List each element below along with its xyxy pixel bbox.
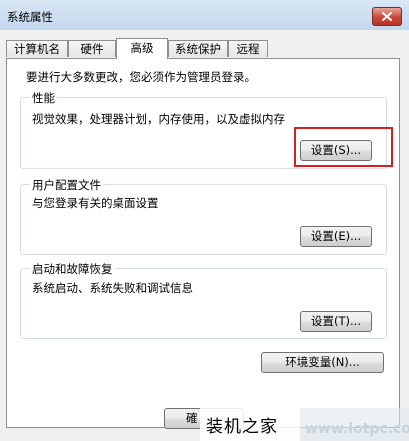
performance-description: 视觉效果，处理器计划，内存使用，以及虚拟内存 — [32, 112, 285, 126]
user-profiles-description: 与您登录有关的桌面设置 — [32, 196, 159, 210]
user-profiles-settings-button[interactable]: 设置(E)... — [300, 226, 372, 247]
tab-hardware[interactable]: 硬件 — [68, 40, 116, 57]
startup-recovery-settings-button[interactable]: 设置(T)... — [300, 311, 372, 332]
watermark: 装机之家 www.lotpc.com — [200, 408, 409, 441]
system-properties-window: 系统属性 计算机名 硬件 高级 系统保护 远程 要进行大多数更改，您必须作为管理… — [0, 0, 409, 441]
red-highlight-box — [294, 127, 393, 167]
admin-note: 要进行大多数更改，您必须作为管理员登录。 — [26, 70, 256, 84]
window-title: 系统属性 — [7, 10, 53, 24]
title-bar[interactable]: 系统属性 — [0, 0, 409, 30]
startup-recovery-description: 系统启动、系统失败和调试信息 — [32, 281, 193, 295]
user-profiles-title: 用户配置文件 — [30, 177, 103, 193]
environment-variables-button[interactable]: 环境变量(N)... — [261, 352, 384, 373]
tab-system-protection[interactable]: 系统保护 — [168, 40, 228, 57]
startup-recovery-title: 启动和故障恢复 — [30, 261, 115, 277]
close-button[interactable] — [372, 7, 402, 26]
watermark-url: www.lotpc.com — [305, 421, 409, 437]
tab-computer-name[interactable]: 计算机名 — [6, 40, 68, 57]
watermark-text: 装机之家 — [206, 417, 278, 437]
close-icon — [382, 12, 392, 21]
tab-remote[interactable]: 远程 — [228, 40, 268, 57]
performance-title: 性能 — [30, 90, 57, 106]
tab-advanced[interactable]: 高级 — [116, 38, 168, 59]
